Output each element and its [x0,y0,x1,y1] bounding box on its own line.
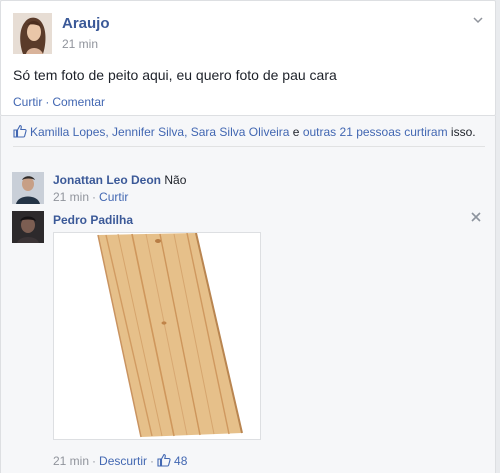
likes-verb: curtiram [404,125,448,139]
comment-meta: 21 min · Curtir [53,190,128,204]
likes-connector: e [292,125,300,139]
post-card: Araujo 21 min Só tem foto de peito aqui,… [0,0,496,116]
post-timestamp[interactable]: 21 min [62,37,98,51]
facebook-post-frame: Araujo 21 min Só tem foto de peito aqui,… [0,0,500,473]
others-link[interactable]: outras 21 pessoas [303,125,401,139]
comment-meta: 21 min · Descurtir · 48 [53,453,187,468]
comment-link[interactable]: Comentar [52,95,105,109]
meta-separator: · [92,454,97,468]
comment-like-count[interactable]: 48 [157,453,188,468]
liker-names[interactable]: Kamilla Lopes, Jennifer Silva, Sara Silv… [30,125,289,139]
comment-author-name[interactable]: Pedro Padilha [53,213,133,227]
comment-author[interactable]: Jonattan Leo Deon Não [53,173,186,187]
like-link[interactable]: Curtir [13,95,42,109]
post-author-name[interactable]: Araujo [62,15,110,32]
likes-summary: Kamilla Lopes, Jennifer Silva, Sara Silv… [0,116,496,164]
thumbs-up-icon [157,453,171,467]
post-text: Só tem foto de peito aqui, eu quero foto… [13,67,337,83]
meta-separator: · [150,454,155,468]
comment-photo[interactable] [53,232,261,440]
comment-like-link[interactable]: Curtir [99,190,128,204]
likes-suffix: isso. [450,125,476,139]
comment-unlike-link[interactable]: Descurtir [99,454,147,468]
comment-text: Não [164,173,187,187]
thumbs-up-icon [13,124,27,138]
comment-avatar[interactable] [12,172,44,204]
comment-avatar[interactable] [12,211,44,243]
close-icon[interactable] [470,210,482,226]
like-count: 48 [174,454,188,468]
likes-text: Kamilla Lopes, Jennifer Silva, Sara Silv… [13,124,485,147]
comment-timestamp[interactable]: 21 min [53,454,89,468]
post-actions: Curtir · Comentar [13,95,105,109]
meta-separator: · [92,190,97,204]
post-author-avatar[interactable] [13,13,52,54]
chevron-down-icon[interactable] [471,13,485,27]
comment-timestamp[interactable]: 21 min [53,190,89,204]
comment-author-name[interactable]: Jonattan Leo Deon [53,173,161,187]
action-separator: · [45,95,50,109]
